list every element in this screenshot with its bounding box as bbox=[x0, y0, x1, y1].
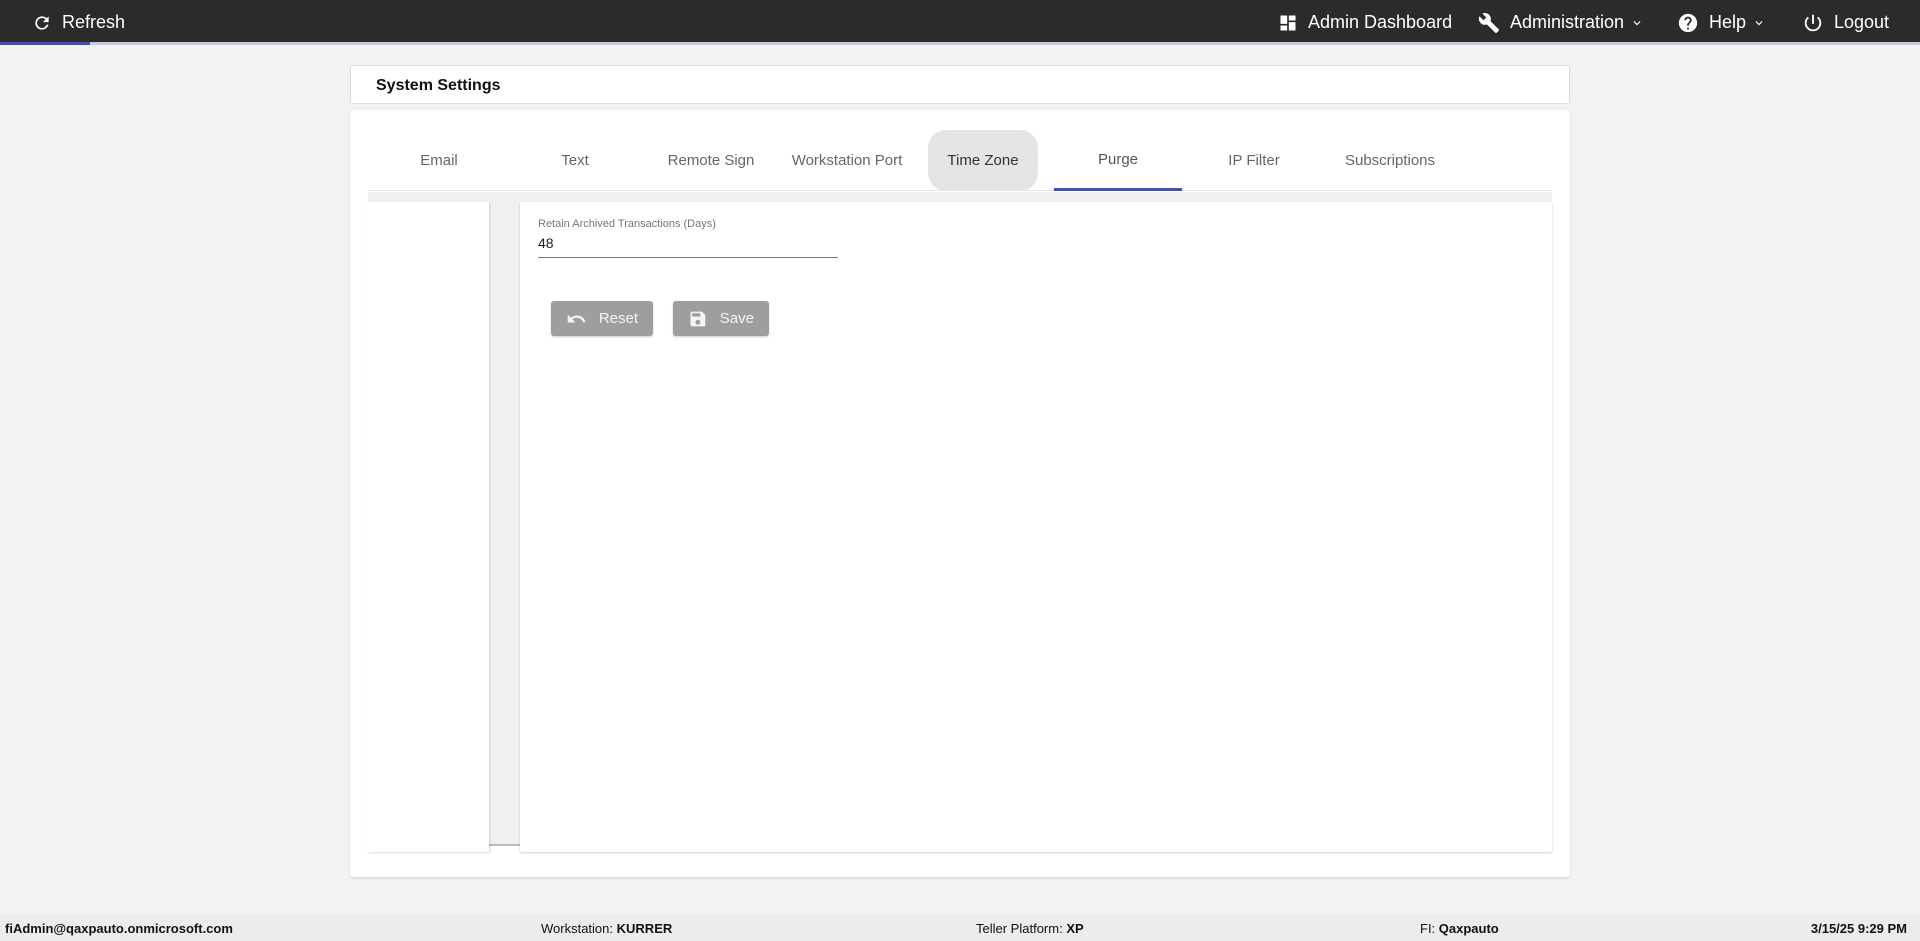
purge-settings-form: Retain Archived Transactions (Days) Rese… bbox=[520, 202, 1552, 852]
footer-workstation-label: Workstation: bbox=[541, 921, 614, 936]
dashboard-icon bbox=[1280, 15, 1296, 30]
footer-fi-value: Qaxpauto bbox=[1438, 921, 1499, 936]
chevron-down-icon bbox=[1633, 20, 1641, 25]
footer-teller-platform: Teller Platform: XP bbox=[976, 921, 1084, 936]
retain-archived-field: Retain Archived Transactions (Days) bbox=[538, 218, 838, 258]
tab-subscriptions[interactable]: Subscriptions bbox=[1326, 130, 1454, 191]
power-icon bbox=[1804, 14, 1822, 31]
administration-label: Administration bbox=[1510, 12, 1625, 32]
loading-progress-bar bbox=[0, 42, 1920, 45]
tab-text[interactable]: Text bbox=[511, 130, 639, 191]
retain-archived-label: Retain Archived Transactions (Days) bbox=[538, 218, 716, 230]
refresh-icon bbox=[35, 15, 49, 30]
chevron-down-icon bbox=[1755, 20, 1763, 25]
footer-user-value: fiAdmin@qaxpauto.onmicrosoft.com bbox=[5, 921, 233, 936]
footer-datetime: 3/15/25 9:29 PM bbox=[1811, 921, 1907, 936]
admin-dashboard-label: Admin Dashboard bbox=[1308, 12, 1453, 32]
tab-email[interactable]: Email bbox=[375, 130, 503, 191]
tab-purge[interactable]: Purge bbox=[1054, 130, 1182, 191]
reset-button[interactable]: Reset bbox=[551, 301, 653, 336]
tab-ip-filter[interactable]: IP Filter bbox=[1190, 130, 1318, 191]
refresh-button[interactable]: Refresh bbox=[32, 0, 125, 45]
help-icon bbox=[1678, 13, 1698, 32]
reset-label: Reset bbox=[598, 310, 638, 327]
admin-dashboard-link[interactable]: Admin Dashboard bbox=[1278, 0, 1452, 45]
footer-workstation: Workstation: KURRER bbox=[541, 921, 672, 936]
tab-remote-sign[interactable]: Remote Sign bbox=[647, 130, 775, 191]
footer-fi-label: FI: bbox=[1420, 921, 1436, 936]
help-label: Help bbox=[1709, 12, 1747, 32]
footer-fi: FI: Qaxpauto bbox=[1420, 921, 1499, 936]
administration-menu[interactable]: Administration bbox=[1478, 0, 1644, 45]
tab-content-area: Retain Archived Transactions (Days) Rese… bbox=[368, 192, 1552, 852]
footer-datetime-value: 3/15/25 9:29 PM bbox=[1810, 921, 1907, 936]
footer-teller-value: XP bbox=[1066, 921, 1084, 936]
footer-workstation-value: KURRER bbox=[616, 921, 673, 936]
page-header: System Settings bbox=[350, 65, 1570, 104]
save-icon bbox=[690, 311, 706, 326]
wrench-icon bbox=[1478, 12, 1500, 33]
save-label: Save bbox=[719, 310, 754, 327]
refresh-label: Refresh bbox=[62, 12, 126, 32]
footer-teller-label: Teller Platform: bbox=[976, 921, 1063, 936]
logout-label: Logout bbox=[1834, 12, 1890, 32]
retain-archived-input[interactable] bbox=[538, 233, 838, 258]
page-title: System Settings bbox=[376, 77, 501, 94]
top-navigation-bar: Refresh Admin Dashboard Administration H… bbox=[0, 0, 1920, 45]
logout-button[interactable]: Logout bbox=[1802, 0, 1889, 45]
undo-icon bbox=[567, 314, 586, 322]
status-footer: fiAdmin@qaxpauto.onmicrosoft.com Worksta… bbox=[0, 914, 1920, 941]
left-side-panel bbox=[368, 202, 489, 852]
settings-panel: Email Text Remote Sign Workstation Port … bbox=[350, 110, 1570, 877]
loading-progress-fill bbox=[0, 42, 91, 45]
settings-tabs: Email Text Remote Sign Workstation Port … bbox=[368, 130, 1552, 191]
footer-user: fiAdmin@qaxpauto.onmicrosoft.com bbox=[5, 921, 233, 936]
tab-time-zone[interactable]: Time Zone bbox=[928, 130, 1038, 191]
tab-workstation-port[interactable]: Workstation Port bbox=[783, 130, 911, 191]
help-menu[interactable]: Help bbox=[1677, 0, 1766, 45]
save-button[interactable]: Save bbox=[673, 301, 769, 336]
